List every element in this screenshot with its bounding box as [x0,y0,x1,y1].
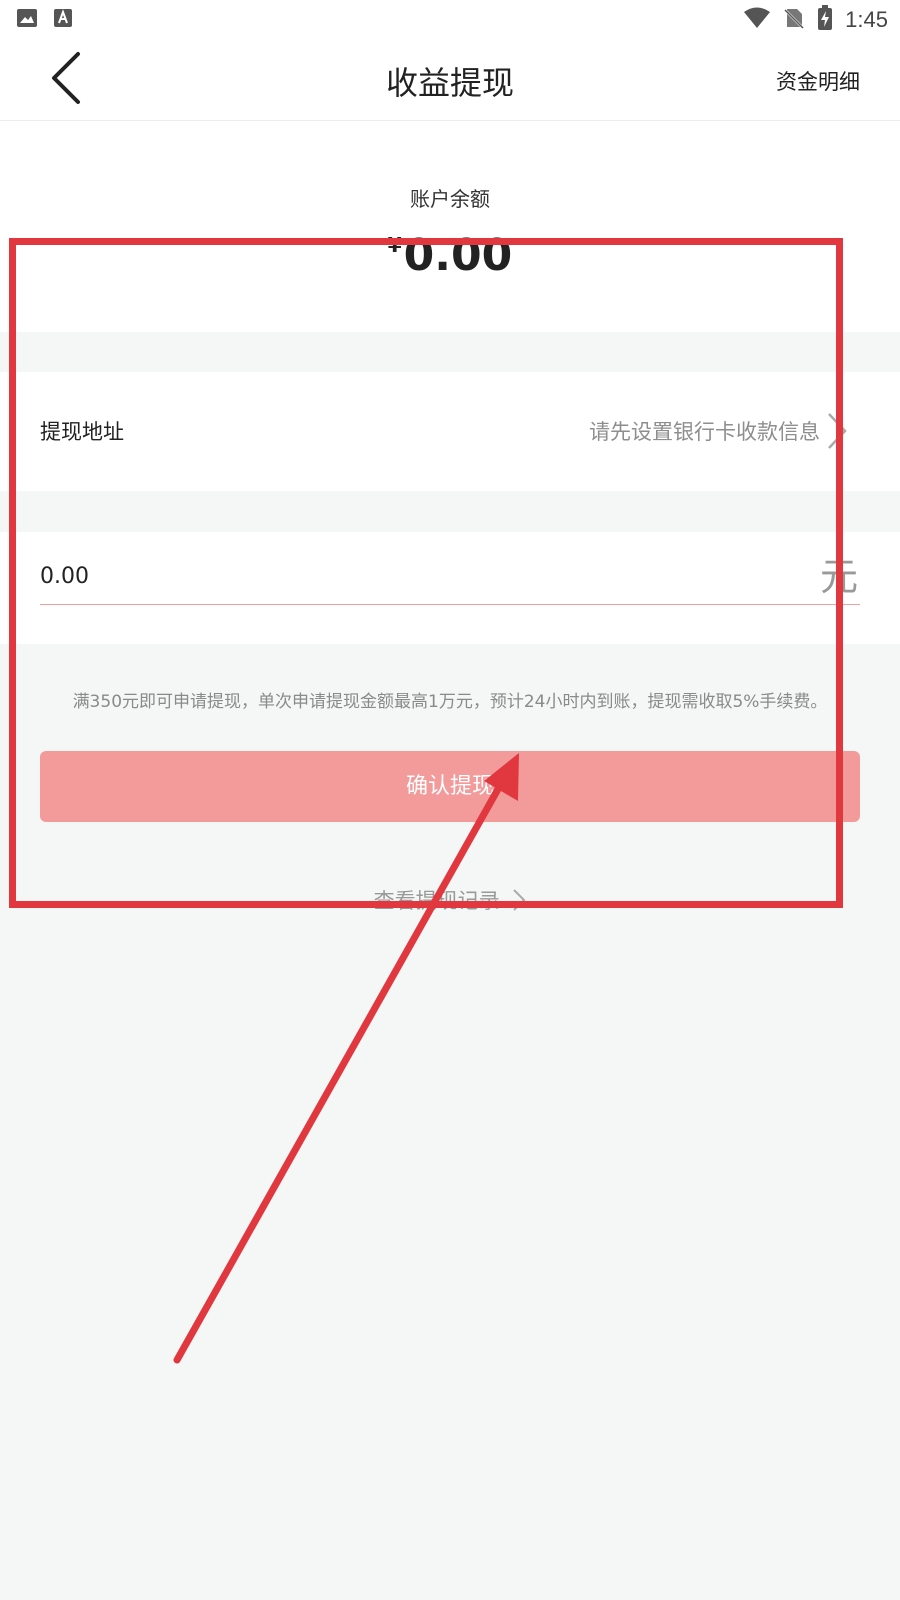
app-header: 收益提现 资金明细 [0,36,900,121]
withdraw-address-value: 请先设置银行卡收款信息 [589,420,820,444]
currency-symbol: ¥ [387,233,402,257]
battery-charging-icon [817,5,833,35]
confirm-withdraw-button[interactable]: 确认提现 [40,751,860,822]
withdraw-notice: 满350元即可申请提现，单次申请提现金额最高1万元，预计24小时内到账，提现需收… [72,692,828,712]
balance-label: 账户余额 [410,187,490,211]
balance-value: 0.00 [403,230,513,281]
withdraw-address-row[interactable]: 提现地址 请先设置银行卡收款信息 [0,372,900,491]
balance-amount: ¥0.00 [0,219,900,282]
fund-details-link[interactable]: 资金明细 [776,66,860,96]
withdraw-address-label: 提现地址 [40,420,124,444]
text-a-icon [52,7,74,33]
chevron-right-icon [513,889,526,911]
chevron-right-icon [828,413,847,449]
amount-underline [40,604,860,605]
no-sim-icon [783,7,805,33]
withdraw-history-link[interactable]: 查看提现记录 [0,885,900,915]
page-title: 收益提现 [385,64,514,102]
wifi-icon [743,7,771,33]
withdraw-history-label: 查看提现记录 [373,889,500,913]
image-icon [16,7,38,33]
amount-input[interactable] [40,554,760,598]
status-time: 1:45 [845,7,888,32]
amount-unit: 元 [819,555,858,599]
status-bar: 1:45 [0,0,900,36]
balance-section: 账户余额 ¥0.00 [0,121,900,332]
amount-row: 元 [0,532,900,644]
